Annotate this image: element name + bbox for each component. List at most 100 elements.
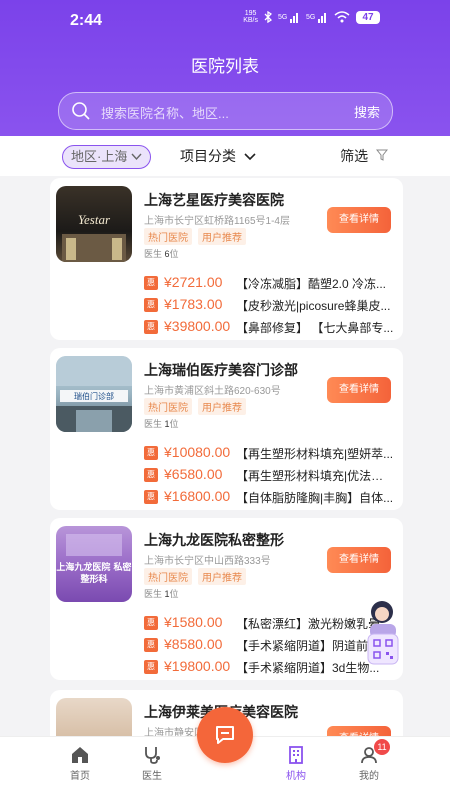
hospital-tags: 热门医院 用户推荐 bbox=[144, 568, 246, 585]
view-details-button[interactable]: 查看详情 bbox=[327, 547, 391, 573]
wifi-icon bbox=[334, 11, 350, 23]
deal-price: ¥19800.00 bbox=[164, 658, 231, 674]
deal-title: 【再生塑形材料填充|塑妍萃... bbox=[236, 447, 394, 461]
deal-price: ¥39800.00 bbox=[164, 318, 231, 334]
signal-5g-icon-2: 5G bbox=[306, 13, 326, 23]
search-button[interactable]: 搜索 bbox=[354, 102, 380, 121]
deal-item[interactable]: 惠 ¥1580.00 【私密漂红】激光粉嫩乳晕... bbox=[144, 612, 394, 634]
tab-institution[interactable]: 机构 bbox=[266, 745, 326, 782]
deal-price: ¥1783.00 bbox=[164, 296, 223, 312]
view-details-button[interactable]: 查看详情 bbox=[327, 726, 391, 736]
hospital-card[interactable]: 上海九龙医院 私密整形科 上海九龙医院私密整形 上海市长宁区中山西路333号 热… bbox=[50, 518, 403, 680]
home-icon bbox=[72, 747, 88, 763]
hospital-image: 上海九龙医院 私密整形科 bbox=[56, 526, 132, 602]
discount-badge: 惠 bbox=[144, 298, 158, 312]
deal-title: 【鼻部修复】 【七大鼻部专... bbox=[236, 321, 394, 335]
deal-item[interactable]: 惠 ¥10080.00 【再生塑形材料填充|塑妍萃... bbox=[144, 442, 394, 464]
tab-label: 机构 bbox=[286, 771, 306, 782]
hospital-address: 上海市静安区 bbox=[144, 728, 204, 736]
deal-item[interactable]: 惠 ¥8580.00 【手术紧缩阴道】阴道前... bbox=[144, 634, 394, 656]
deal-price: ¥2721.00 bbox=[164, 274, 223, 290]
tab-doctor[interactable]: 医生 bbox=[122, 745, 182, 782]
building-icon bbox=[289, 746, 303, 764]
chevron-down-icon bbox=[244, 153, 256, 161]
hospital-card[interactable]: 瑞伯门诊部 上海瑞伯医疗美容门诊部 上海市黄浦区斜土路620-630号 热门医院… bbox=[50, 348, 403, 510]
search-icon bbox=[72, 102, 90, 120]
hot-hospital-tag: 热门医院 bbox=[144, 228, 192, 245]
deal-price: ¥8580.00 bbox=[164, 636, 223, 652]
deal-price: ¥6580.00 bbox=[164, 466, 223, 482]
deal-item[interactable]: 惠 ¥19800.00 【手术紧缩阴道】3d生物... bbox=[144, 656, 394, 678]
deal-item[interactable]: 惠 ¥2721.00 【冷冻减脂】酷塑2.0 冷冻... bbox=[144, 272, 394, 294]
deal-price: ¥1580.00 bbox=[164, 614, 223, 630]
discount-badge: 惠 bbox=[144, 638, 158, 652]
region-label: 地区·上海 bbox=[71, 149, 128, 164]
battery-icon: 47 bbox=[356, 10, 380, 24]
chat-icon bbox=[216, 726, 234, 744]
hospital-address: 上海市长宁区中山西路333号 bbox=[144, 556, 271, 567]
view-details-button[interactable]: 查看详情 bbox=[327, 207, 391, 233]
filter-icon bbox=[375, 149, 389, 161]
hospital-image: 瑞伯门诊部 bbox=[56, 356, 132, 432]
assistant-widget[interactable] bbox=[362, 598, 404, 668]
tab-label: 医生 bbox=[142, 771, 162, 782]
deal-list: 惠 ¥10080.00 【再生塑形材料填充|塑妍萃... 惠 ¥6580.00 【再生塑… bbox=[144, 442, 394, 508]
deal-price: ¥10080.00 bbox=[164, 444, 231, 460]
deal-item[interactable]: 惠 ¥1783.00 【皮秒激光|picosure蜂巢皮... bbox=[144, 294, 394, 316]
tab-profile[interactable]: 我的 bbox=[339, 745, 399, 782]
hospital-address: 上海市黄浦区斜土路620-630号 bbox=[144, 386, 281, 397]
bluetooth-icon bbox=[264, 11, 272, 23]
net-speed: 195 KB/s bbox=[243, 10, 258, 24]
tab-label: 首页 bbox=[70, 771, 90, 782]
header: 2:44 195 KB/s 5G 5G 47 医院列表 搜索医院名称、地区... … bbox=[0, 0, 450, 136]
hot-hospital-tag: 热门医院 bbox=[144, 398, 192, 415]
hospital-card[interactable]: Yestar 上海艺星医疗美容医院 上海市长宁区虹桥路1165号1-4层 热门医… bbox=[50, 178, 403, 340]
discount-badge: 惠 bbox=[144, 490, 158, 504]
deal-item[interactable]: 惠 ¥39800.00 【鼻部修复】 【七大鼻部专... bbox=[144, 316, 394, 338]
deal-item[interactable]: 惠 ¥16800.00 【自体脂肪隆胸|丰胸】自体... bbox=[144, 486, 394, 508]
status-time: 2:44 bbox=[70, 12, 103, 29]
status-icons: 195 KB/s 5G 5G 47 bbox=[243, 10, 380, 24]
deal-list: 惠 ¥1580.00 【私密漂红】激光粉嫩乳晕... 惠 ¥8580.00 【手术紧缩阴… bbox=[144, 612, 394, 678]
svg-text:Yestar: Yestar bbox=[78, 212, 111, 227]
assistant-avatar-icon bbox=[367, 601, 399, 665]
hospital-tags: 热门医院 用户推荐 bbox=[144, 228, 246, 245]
hospital-image: Yestar bbox=[56, 186, 132, 262]
search-bar[interactable]: 搜索医院名称、地区... 搜索 bbox=[58, 92, 393, 130]
hospital-address: 上海市长宁区虹桥路1165号1-4层 bbox=[144, 216, 290, 227]
doctor-count: 医生 1位 bbox=[144, 419, 179, 429]
hot-hospital-tag: 热门医院 bbox=[144, 568, 192, 585]
doctor-count: 医生 6位 bbox=[144, 249, 179, 259]
tab-home[interactable]: 首页 bbox=[50, 745, 110, 782]
deal-title: 【再生塑形材料填充|优法兰|... bbox=[236, 469, 394, 483]
deal-item[interactable]: 惠 ¥6580.00 【再生塑形材料填充|优法兰|... bbox=[144, 464, 394, 486]
deal-list: 惠 ¥2721.00 【冷冻减脂】酷塑2.0 冷冻... 惠 ¥1783.00 【皮秒激… bbox=[144, 272, 394, 338]
discount-badge: 惠 bbox=[144, 276, 158, 290]
discount-badge: 惠 bbox=[144, 468, 158, 482]
discount-badge: 惠 bbox=[144, 320, 158, 334]
discount-badge: 惠 bbox=[144, 660, 158, 674]
view-details-button[interactable]: 查看详情 bbox=[327, 377, 391, 403]
user-recommend-tag: 用户推荐 bbox=[198, 228, 246, 245]
signal-5g-icon: 5G bbox=[278, 13, 298, 23]
deal-title: 【冷冻减脂】酷塑2.0 冷冻... bbox=[236, 277, 387, 291]
category-filter[interactable]: 项目分类 bbox=[180, 144, 256, 168]
deal-title: 【自体脂肪隆胸|丰胸】自体... bbox=[236, 491, 394, 505]
notification-badge: 11 bbox=[374, 739, 390, 755]
deal-title: 【皮秒激光|picosure蜂巢皮... bbox=[236, 299, 391, 313]
screen-filter[interactable]: 筛选 bbox=[340, 144, 389, 168]
svg-text:5G: 5G bbox=[306, 14, 315, 21]
user-recommend-tag: 用户推荐 bbox=[198, 398, 246, 415]
svg-text:5G: 5G bbox=[278, 14, 287, 21]
page-title: 医院列表 bbox=[191, 57, 259, 76]
hospital-name: 上海九龙医院私密整形 bbox=[144, 532, 284, 548]
hospital-name: 上海艺星医疗美容医院 bbox=[144, 192, 284, 208]
hospital-name: 上海瑞伯医疗美容门诊部 bbox=[144, 362, 298, 378]
region-filter[interactable]: 地区·上海 bbox=[62, 145, 152, 169]
chat-button[interactable] bbox=[197, 707, 253, 763]
discount-badge: 惠 bbox=[144, 616, 158, 630]
stethoscope-icon bbox=[145, 747, 160, 764]
hospital-tags: 热门医院 用户推荐 bbox=[144, 398, 246, 415]
search-input[interactable]: 搜索医院名称、地区... bbox=[101, 103, 229, 122]
svg-text:瑞伯门诊部: 瑞伯门诊部 bbox=[74, 391, 114, 401]
